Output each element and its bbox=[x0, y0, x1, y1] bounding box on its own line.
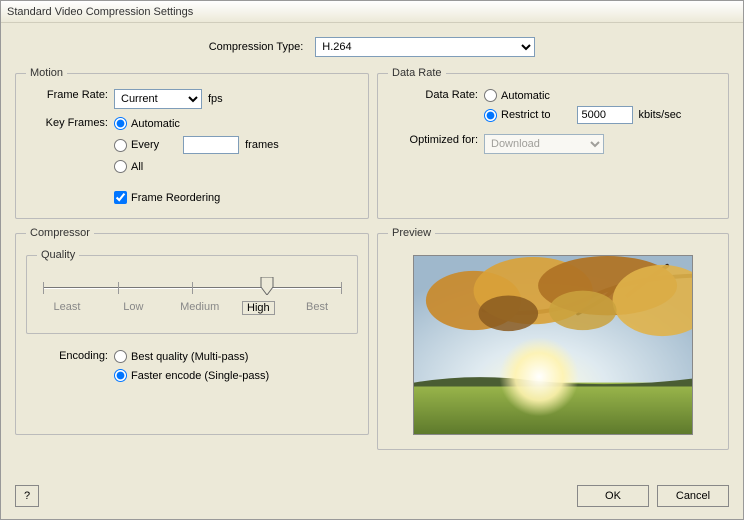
kf-every-input[interactable] bbox=[183, 136, 239, 154]
data-rate-legend: Data Rate bbox=[388, 67, 446, 79]
preview-group: Preview bbox=[377, 227, 729, 450]
kf-every-radio[interactable]: Every bbox=[114, 139, 159, 152]
preview-legend: Preview bbox=[388, 227, 435, 239]
top-panels: Motion Frame Rate: Current fps Key Frame… bbox=[15, 67, 729, 219]
frame-rate-select[interactable]: Current bbox=[114, 89, 202, 109]
quality-slider[interactable]: Least Low Medium High Best bbox=[37, 271, 347, 319]
encoding-label: Encoding: bbox=[26, 350, 114, 362]
quality-label-high: High bbox=[242, 301, 275, 315]
kf-every-unit: frames bbox=[245, 139, 279, 151]
preview-image bbox=[413, 255, 693, 435]
compression-type-select[interactable]: H.264 bbox=[315, 37, 535, 57]
quality-label-best: Best bbox=[293, 301, 341, 315]
compression-type-label: Compression Type: bbox=[209, 41, 310, 53]
frame-rate-unit: fps bbox=[208, 93, 223, 105]
kf-all-radio[interactable]: All bbox=[114, 160, 358, 173]
motion-group: Motion Frame Rate: Current fps Key Frame… bbox=[15, 67, 369, 219]
compressor-legend: Compressor bbox=[26, 227, 94, 239]
dr-restrict-input[interactable] bbox=[577, 106, 633, 124]
quality-legend: Quality bbox=[37, 249, 79, 261]
quality-slider-thumb[interactable] bbox=[259, 277, 275, 295]
encoding-faster-radio[interactable]: Faster encode (Single-pass) bbox=[114, 369, 269, 382]
data-rate-group: Data Rate Data Rate: Automatic Restrict … bbox=[377, 67, 729, 219]
dr-restrict-unit: kbits/sec bbox=[639, 109, 682, 121]
dialog-content: Compression Type: H.264 Motion Frame Rat… bbox=[1, 23, 743, 458]
quality-label-medium: Medium bbox=[176, 301, 224, 315]
compressor-group: Compressor Quality bbox=[15, 227, 369, 435]
data-rate-label: Data Rate: bbox=[388, 89, 484, 101]
motion-legend: Motion bbox=[26, 67, 67, 79]
dr-restrict-radio[interactable]: Restrict to bbox=[484, 109, 551, 122]
dialog-window: Standard Video Compression Settings Comp… bbox=[0, 0, 744, 520]
quality-group: Quality bbox=[26, 249, 358, 334]
frame-rate-label: Frame Rate: bbox=[30, 89, 114, 101]
frame-reordering-check[interactable]: Frame Reordering bbox=[114, 191, 358, 204]
ok-button[interactable]: OK bbox=[577, 485, 649, 507]
key-frames-label: Key Frames: bbox=[30, 117, 114, 129]
quality-label-least: Least bbox=[43, 301, 91, 315]
encoding-best-radio[interactable]: Best quality (Multi-pass) bbox=[114, 350, 269, 363]
compression-type-row: Compression Type: H.264 bbox=[15, 37, 729, 57]
quality-label-low: Low bbox=[109, 301, 157, 315]
help-button[interactable]: ? bbox=[15, 485, 39, 507]
optimized-for-label: Optimized for: bbox=[388, 134, 484, 146]
bottom-panels: Compressor Quality bbox=[15, 227, 729, 450]
cancel-button[interactable]: Cancel bbox=[657, 485, 729, 507]
window-title: Standard Video Compression Settings bbox=[1, 1, 743, 23]
dr-automatic-radio[interactable]: Automatic bbox=[484, 89, 712, 102]
optimized-for-select[interactable]: Download bbox=[484, 134, 604, 154]
kf-automatic-radio[interactable]: Automatic bbox=[114, 117, 358, 130]
dialog-footer: ? OK Cancel bbox=[15, 485, 729, 507]
